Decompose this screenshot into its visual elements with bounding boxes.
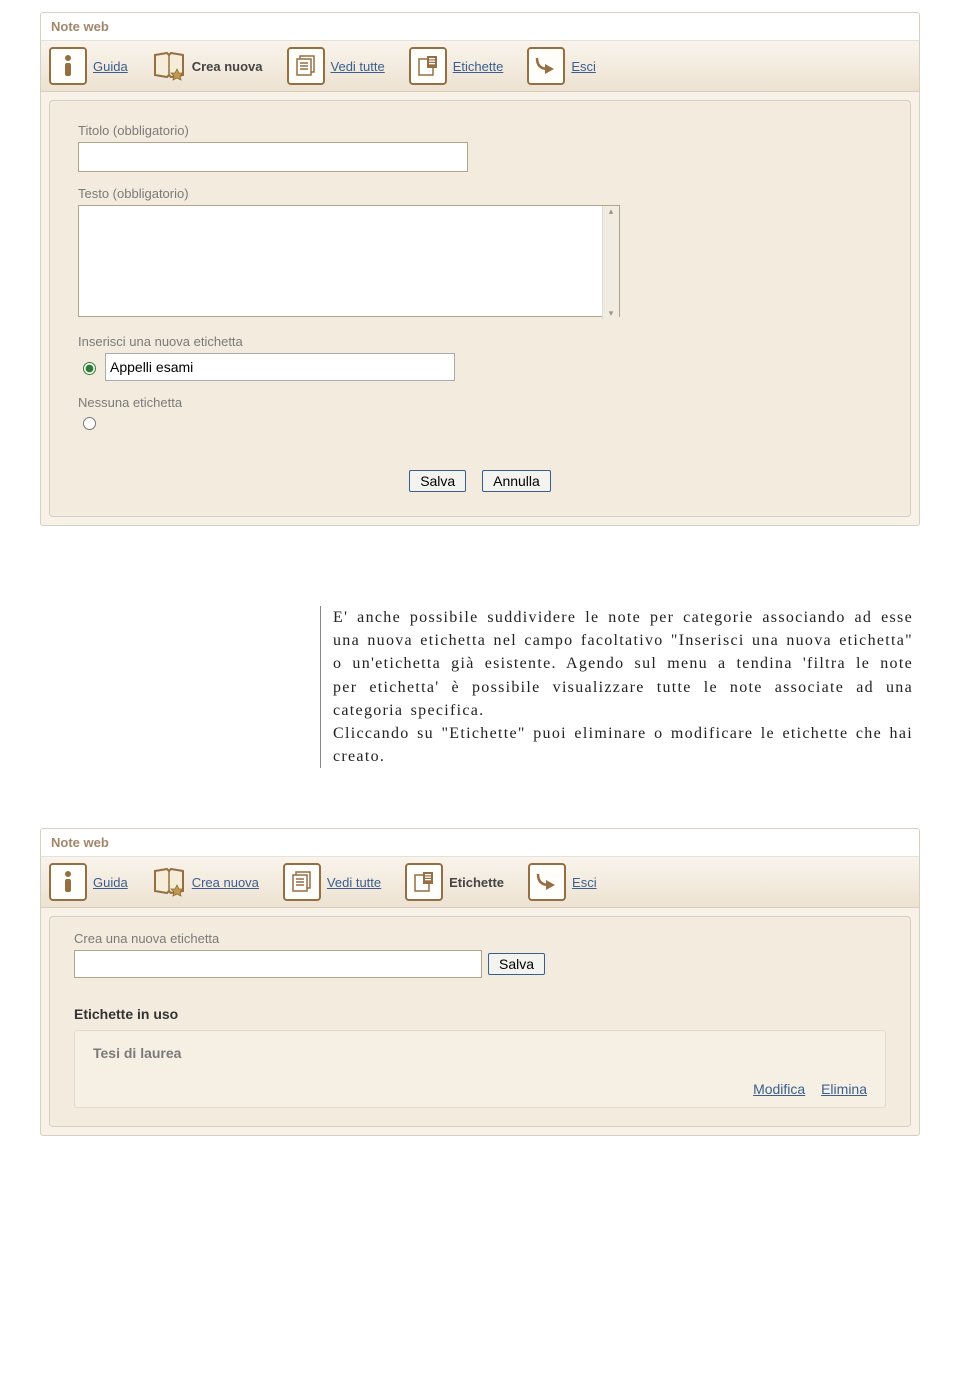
label-name: Tesi di laurea bbox=[93, 1045, 867, 1061]
panel-title: Note web bbox=[41, 13, 919, 41]
new-label-input[interactable] bbox=[105, 353, 455, 381]
toolbar-etichette[interactable]: Etichette bbox=[409, 47, 504, 85]
create-label-label: Crea una nuova etichetta bbox=[74, 931, 886, 946]
scrollbar[interactable]: ▴ ▾ bbox=[602, 206, 619, 319]
chevron-down-icon: ▾ bbox=[609, 308, 614, 319]
essay-paragraph-2: Cliccando su "Etichette" puoi eliminare … bbox=[333, 722, 913, 768]
toolbar-esci[interactable]: Esci bbox=[527, 47, 596, 85]
chevron-up-icon: ▴ bbox=[609, 206, 614, 217]
toolbar-vedi-tutte[interactable]: Vedi tutte bbox=[283, 863, 381, 901]
toolbar-label: Crea nuova bbox=[192, 59, 263, 74]
toolbar-crea-nuova[interactable]: Crea nuova bbox=[152, 865, 259, 899]
toolbar-label: Esci bbox=[572, 875, 597, 890]
radio-no-label[interactable] bbox=[83, 417, 96, 430]
arrow-out-icon bbox=[527, 47, 565, 85]
text-label: Testo (obbligatorio) bbox=[78, 186, 882, 201]
text-input[interactable] bbox=[78, 205, 620, 317]
panel-note-web-create: Note web Guida Crea nuova Vedi tutte bbox=[40, 12, 920, 526]
toolbar-label: Guida bbox=[93, 875, 128, 890]
arrow-out-icon bbox=[528, 863, 566, 901]
tag-box-icon bbox=[405, 863, 443, 901]
save-button[interactable]: Salva bbox=[409, 470, 466, 492]
toolbar-vedi-tutte[interactable]: Vedi tutte bbox=[287, 47, 385, 85]
none-label-label: Nessuna etichetta bbox=[78, 395, 882, 410]
info-icon bbox=[49, 863, 87, 901]
toolbar-label: Esci bbox=[571, 59, 596, 74]
pages-icon bbox=[283, 863, 321, 901]
toolbar: Guida Crea nuova Vedi tutte Etichette bbox=[41, 41, 919, 92]
toolbar-etichette[interactable]: Etichette bbox=[405, 863, 504, 901]
title-label: Titolo (obbligatorio) bbox=[78, 123, 882, 138]
label-card: Tesi di laurea Modifica Elimina bbox=[74, 1030, 886, 1108]
radio-new-label[interactable] bbox=[83, 362, 96, 375]
essay-paragraph-1: E' anche possibile suddividere le note p… bbox=[333, 606, 913, 722]
toolbar-guida[interactable]: Guida bbox=[49, 863, 128, 901]
save-label-button[interactable]: Salva bbox=[488, 953, 545, 975]
toolbar-label: Etichette bbox=[453, 59, 504, 74]
panel-title: Note web bbox=[41, 829, 919, 857]
cancel-button[interactable]: Annulla bbox=[482, 470, 551, 492]
toolbar-esci[interactable]: Esci bbox=[528, 863, 597, 901]
explanatory-text: E' anche possibile suddividere le note p… bbox=[320, 606, 913, 768]
panel-note-web-etichette: Note web Guida Crea nuova Vedi tutte bbox=[40, 828, 920, 1136]
title-input[interactable] bbox=[78, 142, 468, 172]
book-star-icon bbox=[152, 865, 186, 899]
book-star-icon bbox=[152, 49, 186, 83]
delete-link[interactable]: Elimina bbox=[821, 1081, 867, 1097]
toolbar-guida[interactable]: Guida bbox=[49, 47, 128, 85]
toolbar-label: Etichette bbox=[449, 875, 504, 890]
toolbar: Guida Crea nuova Vedi tutte Etichette bbox=[41, 857, 919, 908]
toolbar-label: Vedi tutte bbox=[331, 59, 385, 74]
etichette-body: Crea una nuova etichetta Salva Etichette… bbox=[49, 916, 911, 1127]
toolbar-label: Vedi tutte bbox=[327, 875, 381, 890]
edit-link[interactable]: Modifica bbox=[753, 1081, 805, 1097]
toolbar-label: Crea nuova bbox=[192, 875, 259, 890]
form-body: Titolo (obbligatorio) Testo (obbligatori… bbox=[49, 100, 911, 517]
labels-heading: Etichette in uso bbox=[74, 1006, 886, 1022]
toolbar-crea-nuova[interactable]: Crea nuova bbox=[152, 49, 263, 83]
pages-icon bbox=[287, 47, 325, 85]
tag-box-icon bbox=[409, 47, 447, 85]
toolbar-label: Guida bbox=[93, 59, 128, 74]
info-icon bbox=[49, 47, 87, 85]
new-label-label: Inserisci una nuova etichetta bbox=[78, 334, 882, 349]
create-label-input[interactable] bbox=[74, 950, 482, 978]
